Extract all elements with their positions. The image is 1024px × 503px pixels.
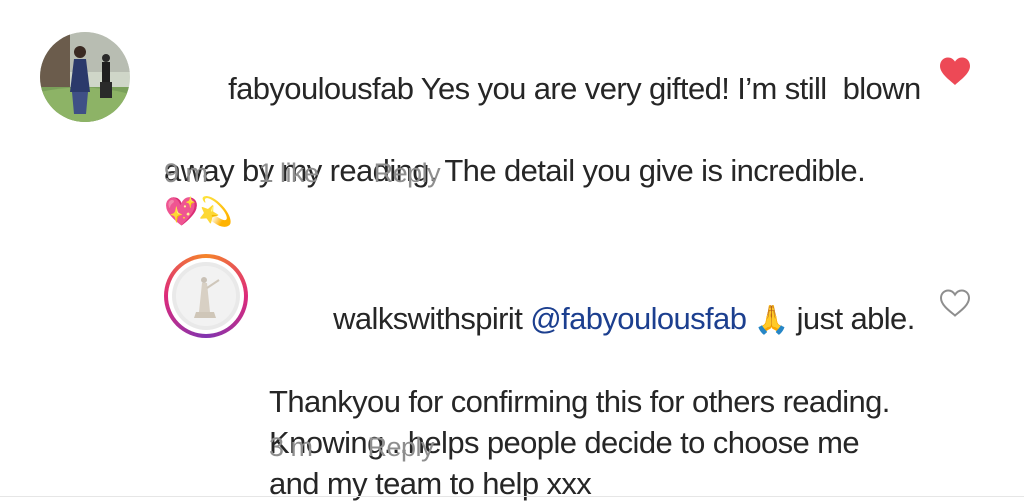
comment-emojis: 💖💫 xyxy=(164,196,233,227)
like-button[interactable] xyxy=(938,56,972,86)
reply-username[interactable]: walkswithspirit xyxy=(333,301,523,336)
story-ring[interactable] xyxy=(164,254,248,338)
reply-button[interactable]: Reply xyxy=(368,432,435,463)
reply-body: walkswithspirit @fabyoulousfab 🙏 just ab… xyxy=(269,257,929,503)
avatar[interactable] xyxy=(40,32,130,122)
reply-time: 3 m xyxy=(269,432,313,462)
mention-link[interactable]: @fabyoulousfab xyxy=(530,301,747,336)
comment-like-count[interactable]: 1 like xyxy=(259,158,320,189)
reply-button[interactable]: Reply xyxy=(374,158,441,189)
reply-meta: 3 m Reply xyxy=(269,432,435,463)
reply-line-4: and my team to help xxx xyxy=(269,466,592,501)
comment-meta: 9 m 1 like Reply xyxy=(164,158,441,189)
comments-thread: fabyoulousfab Yes you are very gifted! I… xyxy=(0,0,1024,503)
reply-line-2: Thankyou for confirming this for others … xyxy=(269,384,890,419)
reply-text: just able. xyxy=(788,301,916,336)
comment-body: fabyoulousfab Yes you are very gifted! I… xyxy=(164,27,921,232)
reply-line-1: walkswithspirit @fabyoulousfab 🙏 just ab… xyxy=(269,257,929,381)
comment-line-1: fabyoulousfab Yes you are very gifted! I… xyxy=(164,27,921,150)
like-button[interactable] xyxy=(938,288,972,318)
heart-outline-icon xyxy=(939,289,971,317)
heart-filled-icon xyxy=(940,57,970,85)
avatar xyxy=(172,262,240,330)
reply-walkswithspirit: walkswithspirit @fabyoulousfab 🙏 just ab… xyxy=(0,240,1024,501)
pray-emoji: 🙏 xyxy=(754,304,789,335)
comment-time: 9 m xyxy=(164,158,208,188)
avatar-photo xyxy=(172,262,240,330)
comment-fabyoulousfab: fabyoulousfab Yes you are very gifted! I… xyxy=(0,0,1024,227)
divider xyxy=(0,496,1024,497)
avatar-photo xyxy=(40,32,130,122)
comment-username[interactable]: fabyoulousfab xyxy=(228,71,414,106)
comment-text: Yes you are very gifted! I’m still blown xyxy=(413,71,921,106)
